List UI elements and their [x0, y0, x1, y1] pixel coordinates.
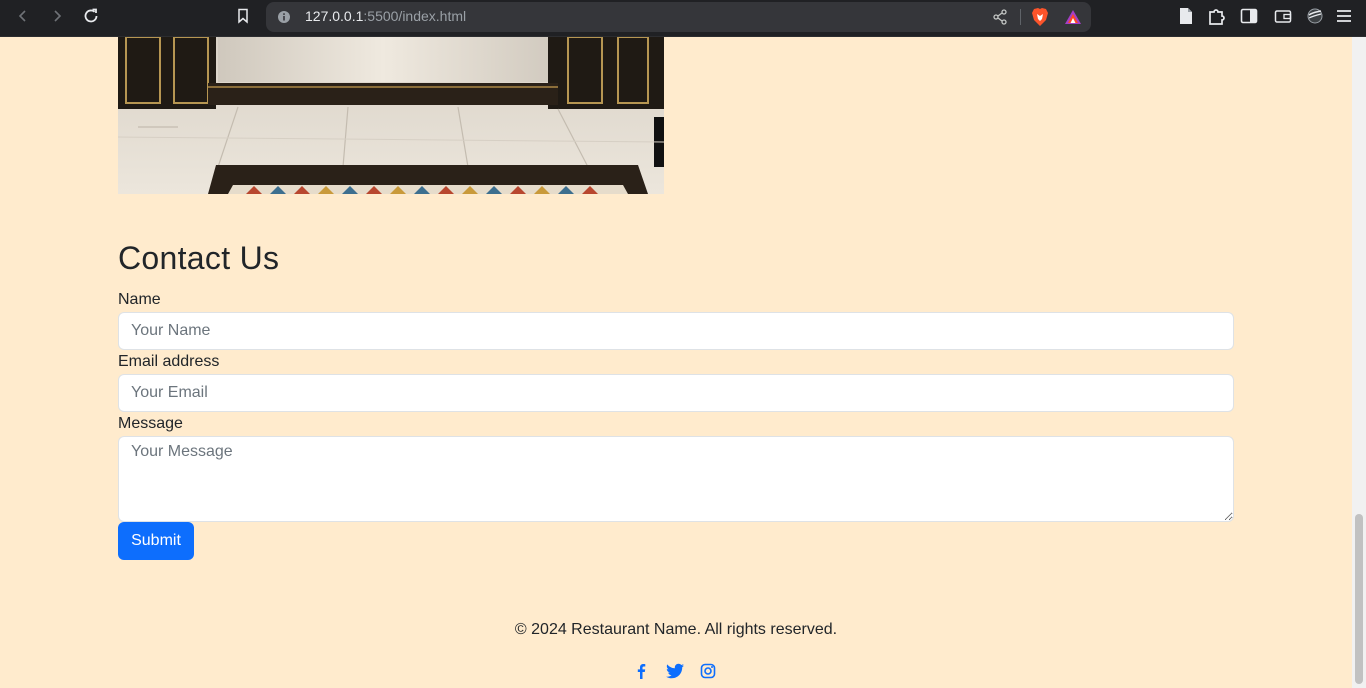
twitter-icon[interactable]	[665, 661, 685, 679]
scrollbar-thumb[interactable]	[1355, 514, 1363, 684]
submit-button[interactable]: Submit	[118, 522, 194, 560]
browser-toolbar: 127.0.0.1:5500/index.html	[0, 0, 1366, 37]
email-label: Email address	[118, 353, 220, 370]
url-text[interactable]: 127.0.0.1:5500/index.html	[305, 8, 466, 24]
page-scrollbar[interactable]	[1352, 37, 1366, 688]
name-input[interactable]	[118, 312, 1234, 350]
info-icon[interactable]	[276, 9, 292, 25]
footer-copyright: © 2024 Restaurant Name. All rights reser…	[514, 621, 838, 638]
message-label: Message	[118, 415, 183, 432]
name-label: Name	[118, 291, 161, 308]
puzzle-extensions-icon[interactable]	[1207, 6, 1227, 26]
back-arrow-icon[interactable]	[9, 4, 37, 28]
page-content: Contact Us Name Email address Message Su…	[0, 37, 1352, 688]
message-textarea[interactable]	[118, 436, 1234, 522]
sidebar-toggle-icon[interactable]	[1239, 6, 1259, 26]
bookmark-icon[interactable]	[229, 4, 257, 28]
vpn-icon[interactable]	[1305, 6, 1325, 26]
address-bar[interactable]: 127.0.0.1:5500/index.html	[266, 2, 1091, 32]
url-host: 127.0.0.1	[305, 8, 364, 24]
instagram-icon[interactable]	[700, 661, 716, 679]
divider	[1020, 9, 1021, 25]
brave-shield-icon[interactable]	[1031, 7, 1049, 27]
forward-arrow-icon[interactable]	[43, 4, 71, 28]
reader-mode-icon[interactable]	[1176, 6, 1196, 26]
share-icon[interactable]	[991, 8, 1009, 26]
restaurant-interior-photo	[118, 37, 664, 194]
contact-heading: Contact Us	[118, 240, 280, 276]
rewards-triangle-icon[interactable]	[1064, 8, 1082, 26]
reload-icon[interactable]	[77, 4, 105, 28]
url-path: :5500/index.html	[363, 8, 467, 24]
email-input[interactable]	[118, 374, 1234, 412]
hamburger-menu-icon[interactable]	[1335, 6, 1355, 26]
facebook-icon[interactable]	[634, 661, 648, 679]
wallet-icon[interactable]	[1273, 6, 1293, 26]
